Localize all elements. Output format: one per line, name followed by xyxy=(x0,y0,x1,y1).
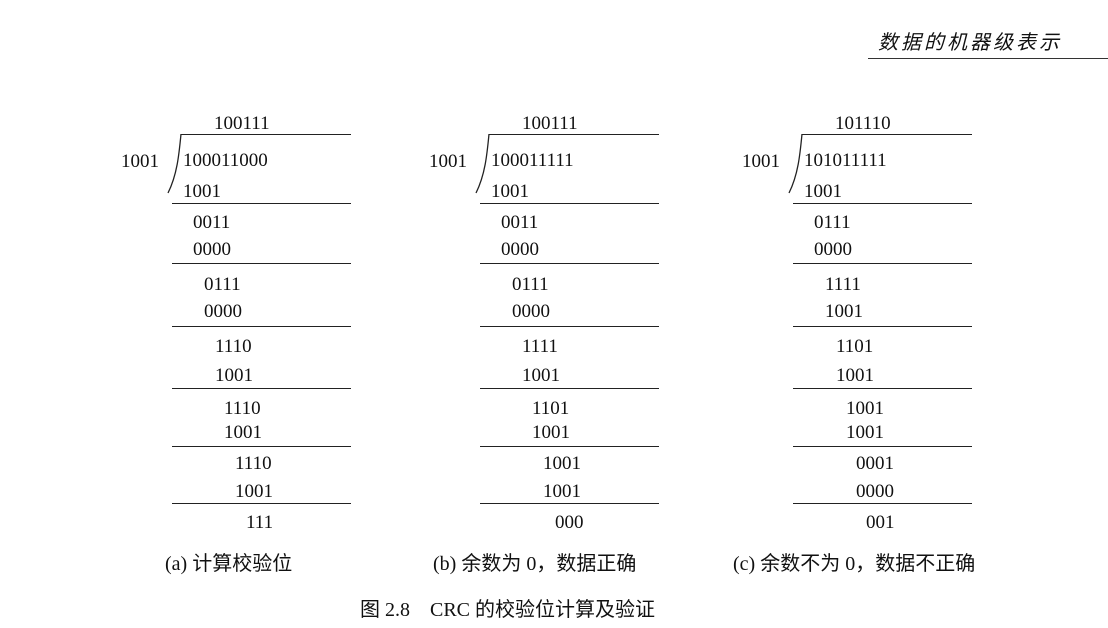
subtraction-line: 0111 xyxy=(814,212,851,233)
subtraction-line: 0011 xyxy=(501,212,539,233)
subtraction-line: 111 xyxy=(246,512,274,533)
subtraction-rule xyxy=(793,446,972,448)
divisor: 1001 xyxy=(429,151,467,172)
subtraction-line: 1001 xyxy=(825,301,863,322)
panel-caption: (c) 余数不为 0，数据不正确 xyxy=(733,553,976,575)
subtraction-line: 1001 xyxy=(846,422,884,443)
dividend: 100011111 xyxy=(491,150,574,171)
subtraction-line: 0000 xyxy=(856,481,894,502)
subtraction-line: 1001 xyxy=(532,422,570,443)
division-bracket xyxy=(167,133,182,194)
subtraction-rule xyxy=(480,203,659,205)
subtraction-line: 1001 xyxy=(235,481,273,502)
subtraction-line: 1110 xyxy=(224,398,261,419)
header-rule xyxy=(868,58,1108,59)
subtraction-rule xyxy=(480,446,659,448)
subtraction-line: 1001 xyxy=(804,181,842,202)
subtraction-line: 1101 xyxy=(836,336,874,357)
quotient: 100111 xyxy=(214,113,270,134)
subtraction-line: 0000 xyxy=(193,239,231,260)
subtraction-rule xyxy=(172,388,351,390)
subtraction-line: 1001 xyxy=(522,365,560,386)
division-top-rule xyxy=(802,134,972,136)
division-bracket xyxy=(475,133,490,194)
subtraction-rule xyxy=(793,263,972,265)
division-top-rule xyxy=(181,134,351,136)
subtraction-rule xyxy=(793,203,972,205)
subtraction-line: 1110 xyxy=(215,336,252,357)
dividend: 100011000 xyxy=(183,150,268,171)
panel-caption: (a) 计算校验位 xyxy=(165,553,293,575)
subtraction-line: 1001 xyxy=(543,453,581,474)
division-top-rule xyxy=(489,134,659,136)
subtraction-line: 1110 xyxy=(235,453,272,474)
subtraction-rule xyxy=(172,446,351,448)
dividend: 101011111 xyxy=(804,150,887,171)
subtraction-line: 0111 xyxy=(512,274,549,295)
subtraction-rule xyxy=(793,326,972,328)
subtraction-line: 0000 xyxy=(204,301,242,322)
division-bracket xyxy=(788,133,803,194)
subtraction-line: 0001 xyxy=(856,453,894,474)
running-header: 数据的机器级表示 xyxy=(878,30,1062,54)
quotient: 101110 xyxy=(835,113,891,134)
quotient: 100111 xyxy=(522,113,578,134)
subtraction-line: 000 xyxy=(555,512,584,533)
subtraction-line: 1001 xyxy=(215,365,253,386)
subtraction-rule xyxy=(480,388,659,390)
panel-caption: (b) 余数为 0，数据正确 xyxy=(433,553,637,575)
subtraction-line: 1001 xyxy=(836,365,874,386)
subtraction-line: 1001 xyxy=(543,481,581,502)
figure-caption: 图 2.8 CRC 的校验位计算及验证 xyxy=(360,599,656,621)
subtraction-line: 0000 xyxy=(501,239,539,260)
subtraction-rule xyxy=(480,326,659,328)
subtraction-line: 0000 xyxy=(512,301,550,322)
subtraction-rule xyxy=(480,263,659,265)
subtraction-line: 0000 xyxy=(814,239,852,260)
subtraction-line: 1111 xyxy=(522,336,558,357)
divisor: 1001 xyxy=(121,151,159,172)
subtraction-rule xyxy=(480,503,659,505)
subtraction-line: 001 xyxy=(866,512,895,533)
subtraction-line: 0011 xyxy=(193,212,231,233)
subtraction-rule xyxy=(172,263,351,265)
subtraction-rule xyxy=(172,203,351,205)
subtraction-rule xyxy=(793,388,972,390)
subtraction-rule xyxy=(172,326,351,328)
subtraction-line: 1111 xyxy=(825,274,861,295)
subtraction-line: 1101 xyxy=(532,398,570,419)
subtraction-line: 1001 xyxy=(183,181,221,202)
subtraction-line: 1001 xyxy=(224,422,262,443)
subtraction-rule xyxy=(172,503,351,505)
subtraction-line: 1001 xyxy=(846,398,884,419)
divisor: 1001 xyxy=(742,151,780,172)
subtraction-line: 0111 xyxy=(204,274,241,295)
subtraction-line: 1001 xyxy=(491,181,529,202)
subtraction-rule xyxy=(793,503,972,505)
